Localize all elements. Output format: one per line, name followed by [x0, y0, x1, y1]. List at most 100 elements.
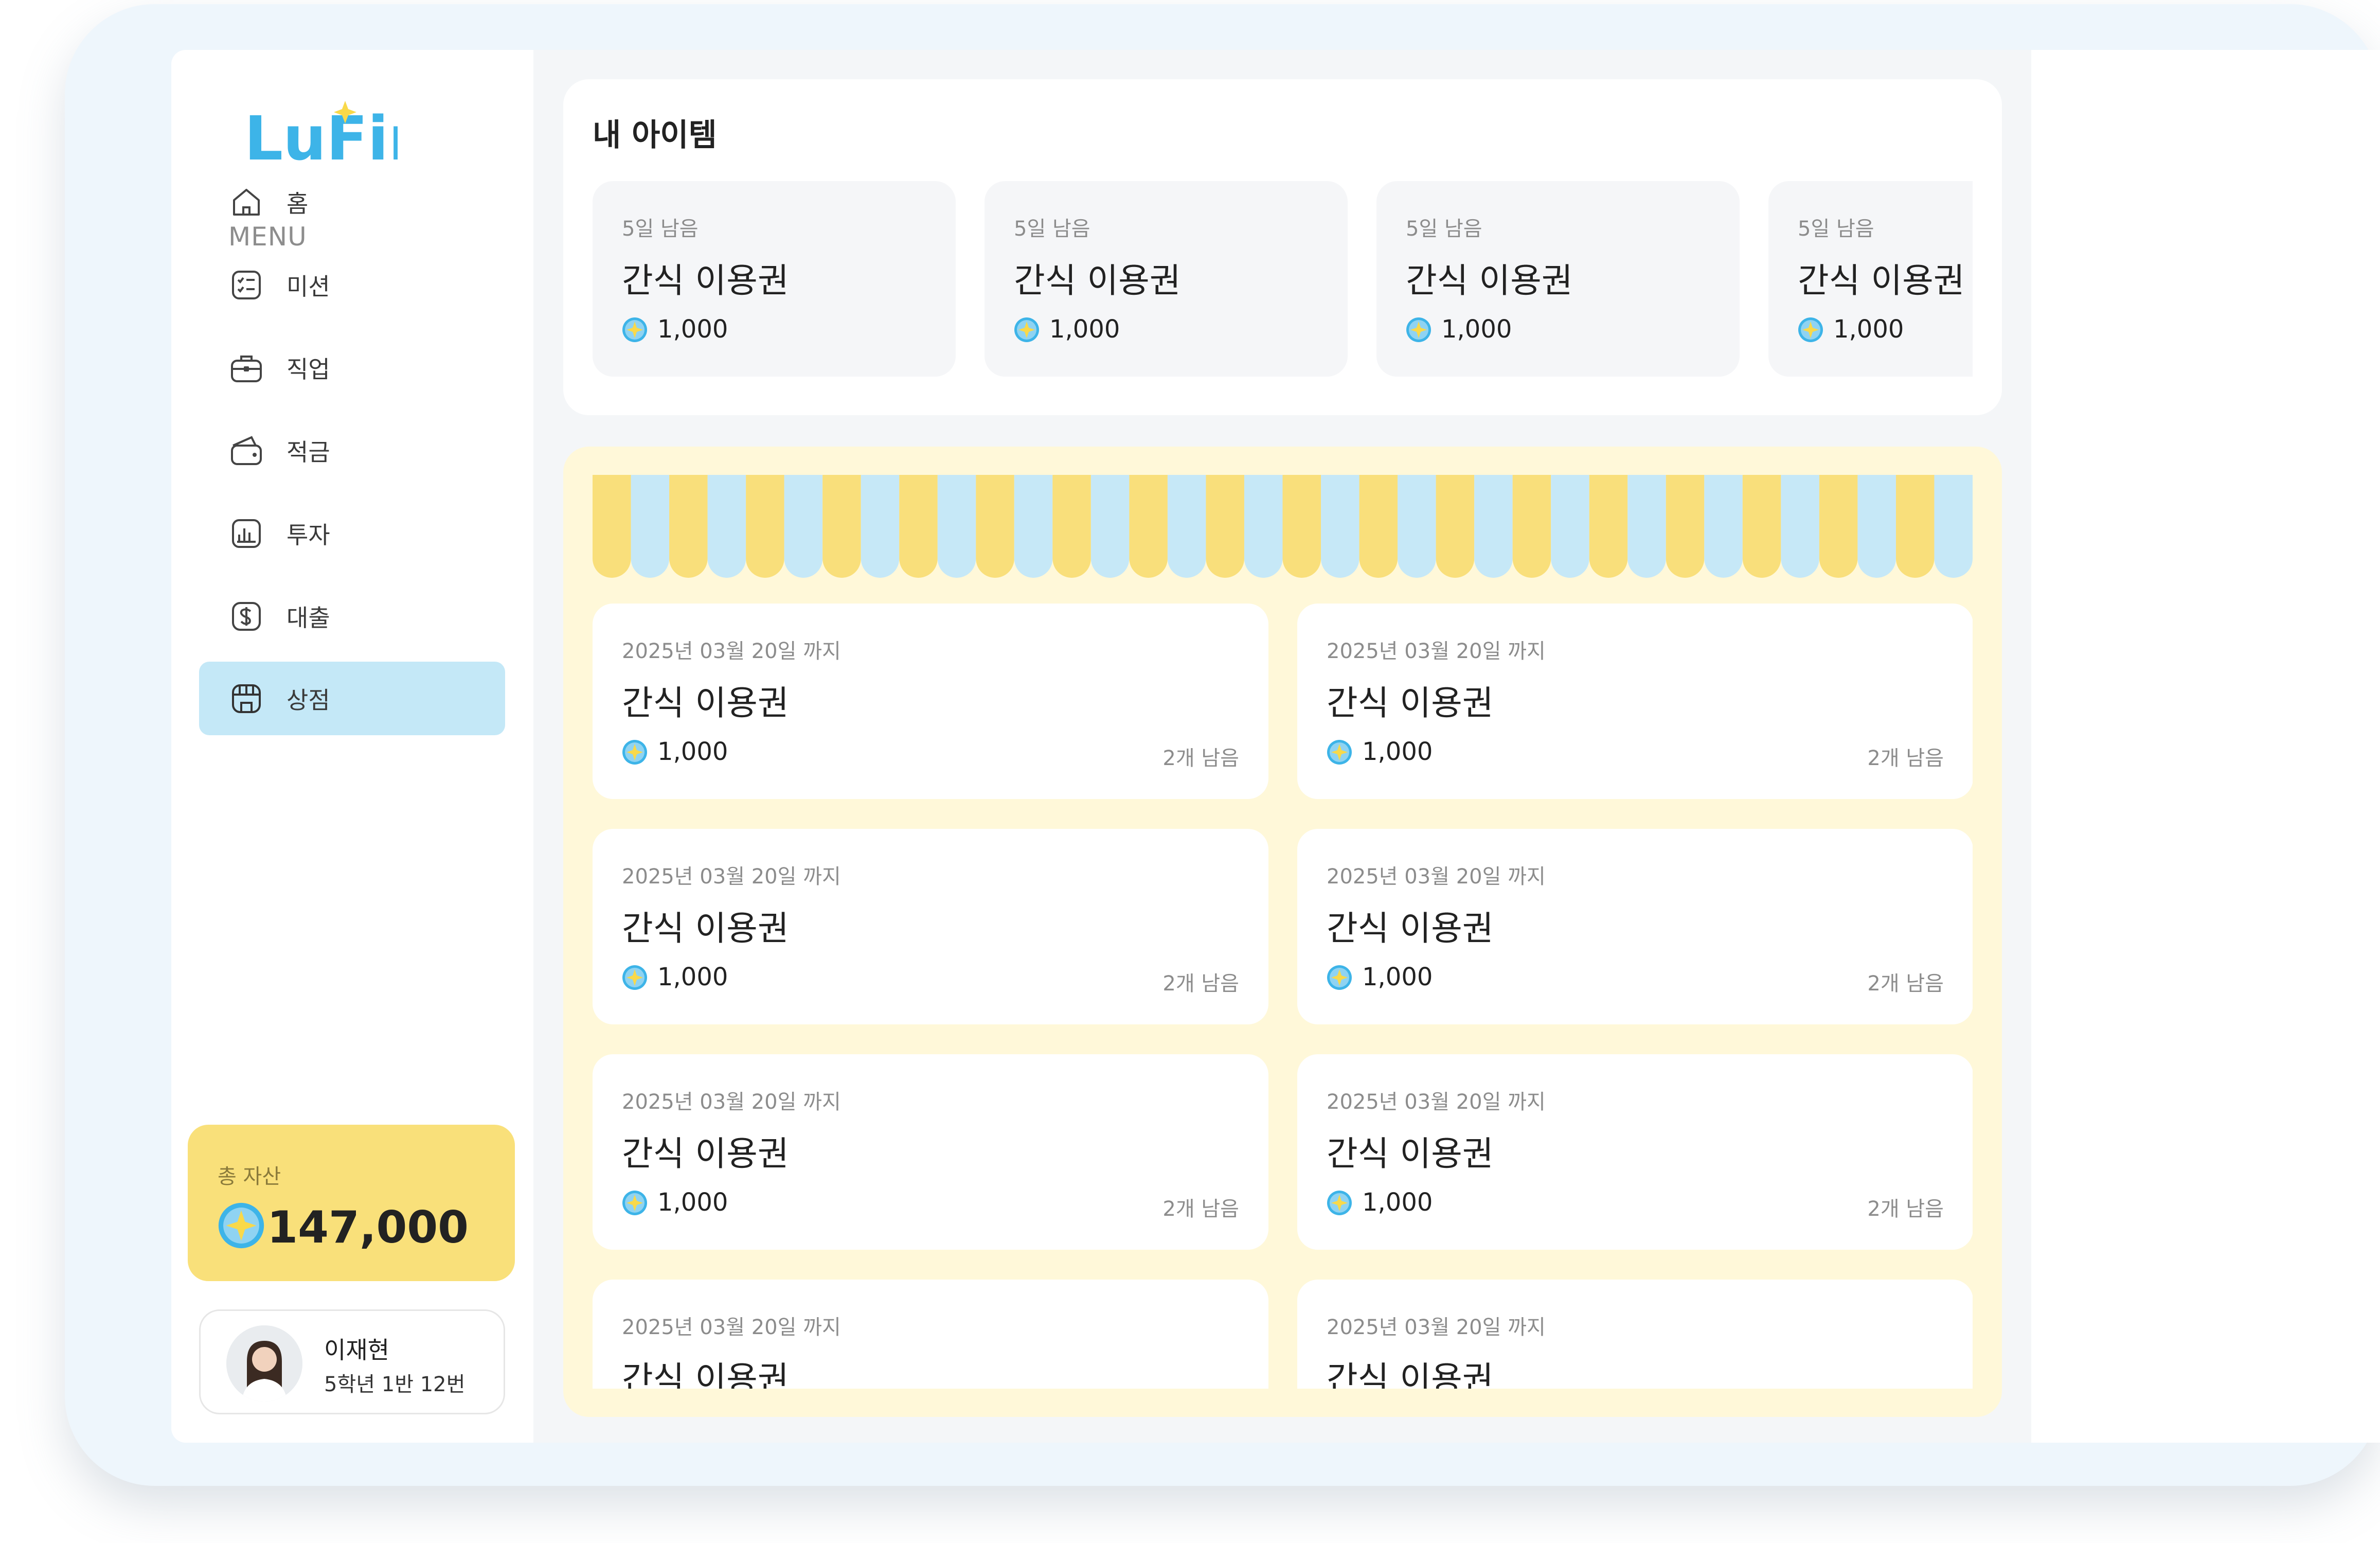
shop-item-card[interactable]: 2025년 03월 20일 까지 간식 이용권 1,000 2개 남음 [593, 604, 1268, 799]
shop-item-card[interactable]: 2025년 03월 20일 까지 간식 이용권 1,000 2개 남음 [593, 829, 1268, 1024]
briefcase-icon [231, 356, 262, 382]
chart-icon [232, 519, 261, 548]
item-price: 1,000 [1362, 963, 1433, 991]
awning-stripe [784, 475, 823, 578]
coin-icon [1327, 1191, 1352, 1215]
item-deadline: 2025년 03월 20일 까지 [1327, 865, 1546, 889]
awning-stripe [1781, 475, 1819, 578]
awning-stripe [937, 475, 976, 578]
item-price: 1,000 [657, 315, 728, 344]
avatar [226, 1325, 302, 1402]
shop-item-card[interactable]: 2025년 03월 20일 까지간식 이용권 1,000 2개 남음 [1297, 1054, 1973, 1250]
shop-awning [593, 475, 1973, 578]
app-screen: LuFin MENU 홈미션직업적금투자대출상점 총 자산 147,000 [171, 50, 2380, 1443]
profile-class-info: 5학년 1반 12번 [324, 1373, 466, 1396]
item-name: 간식 이용권 [1798, 261, 1965, 300]
wallet-icon [231, 436, 262, 465]
item-name: 간식 이용권 [1327, 1134, 1494, 1174]
awning-stripe [899, 475, 938, 578]
coin-icon [1327, 965, 1352, 990]
shop-item-card[interactable]: 2025년 03월 20일 까지간식 이용권 [593, 1280, 1268, 1389]
awning-stripe [976, 475, 1014, 578]
device-frame: LuFin MENU 홈미션직업적금투자대출상점 총 자산 147,000 [65, 4, 2380, 1486]
coin-icon [622, 965, 647, 990]
awning-stripe [1436, 475, 1475, 578]
item-remaining: 2개 남음 [1162, 747, 1239, 770]
awning-stripe [707, 475, 746, 578]
awning-stripe [1627, 475, 1666, 578]
sidebar-item-label: 상점 [287, 686, 330, 714]
total-asset-title: 총 자산 [218, 1165, 281, 1189]
awning-stripe [1589, 475, 1628, 578]
awning-stripe [1090, 475, 1130, 578]
awning-stripe [1206, 475, 1244, 578]
item-days-left: 5일 남음 [1014, 217, 1090, 241]
right-panel [2031, 50, 2380, 1443]
awning-stripe [1129, 475, 1168, 578]
item-name: 간식 이용권 [1327, 1359, 1494, 1389]
sidebar-item-2[interactable]: 미션 [199, 248, 505, 322]
my-items-list[interactable]: 5일 남음 간식 이용권 1,000 5일 남음 간식 이용권 1,000 5일 남음 간식 … [593, 181, 1973, 377]
sidebar-item-7[interactable]: 상점 [199, 662, 505, 735]
awning-stripe [1895, 475, 1935, 578]
shop-item-card[interactable]: 2025년 03월 20일 까지 간식 이용권 1,000 2개 남음 [593, 1054, 1268, 1250]
sidebar-item-4[interactable]: 적금 [199, 414, 505, 487]
awning-stripe [1398, 475, 1436, 578]
item-deadline: 2025년 03월 20일 까지 [622, 865, 841, 889]
logo-text: LuFin [244, 103, 398, 171]
awning-stripe [669, 475, 708, 578]
coin-icon [1014, 317, 1039, 342]
awning-stripe [1742, 475, 1781, 578]
coin-icon [1327, 740, 1352, 765]
item-remaining: 2개 남음 [1867, 1197, 1944, 1221]
awning-stripe [1282, 475, 1321, 578]
my-item-card[interactable]: 5일 남음 간식 이용권 1,000 [1376, 181, 1740, 377]
awning-stripe [1857, 475, 1896, 578]
store-icon [232, 684, 261, 713]
my-item-card[interactable]: 5일 남음 간식 이용권 1,000 [985, 181, 1348, 377]
sidebar-item-label: 적금 [287, 438, 330, 466]
item-price: 1,000 [657, 737, 728, 766]
sidebar-item-label: 홈 [287, 189, 309, 218]
shop-item-card[interactable]: 2025년 03월 20일 까지 간식 이용권 1,000 2개 남음 [1297, 604, 1973, 799]
sidebar-item-5[interactable]: 투자 [199, 496, 505, 570]
awning-stripe [1512, 475, 1551, 578]
shop-item-card[interactable]: 2025년 03월 20일 까지 간식 이용권 1,000 2개 남음 [1297, 829, 1973, 1024]
profile-card[interactable]: 이재현 5학년 1반 12번 [199, 1309, 505, 1414]
item-price: 1,000 [1362, 1188, 1433, 1217]
my-item-card[interactable]: 5일 남음 간식 이용권 1,000 [593, 181, 956, 377]
awning-stripe [1551, 475, 1589, 578]
item-name: 간식 이용권 [622, 683, 789, 723]
awning-stripe [1359, 475, 1398, 578]
total-asset-card: 총 자산 147,000 [188, 1125, 515, 1281]
awning-stripe [1934, 475, 1973, 578]
awning-stripe [631, 475, 670, 578]
item-deadline: 2025년 03월 20일 까지 [1327, 1090, 1546, 1114]
shop-item-grid[interactable]: 2025년 03월 20일 까지 간식 이용권 1,000 2개 남음 2025년 03… [593, 604, 1973, 1389]
my-item-card[interactable]: 5일 남음 간식 이용권 1,000 [1768, 181, 1973, 377]
shop-item-card[interactable]: 2025년 03월 20일 까지간식 이용권 [1297, 1280, 1973, 1389]
item-name: 간식 이용권 [1327, 683, 1494, 723]
item-name: 간식 이용권 [622, 1359, 789, 1389]
coin-icon [1406, 317, 1431, 342]
sidebar-item-6[interactable]: 대출 [199, 579, 505, 653]
coin-icon [218, 1202, 264, 1249]
sidebar: LuFin MENU 홈미션직업적금투자대출상점 총 자산 147,000 [171, 50, 533, 1443]
sidebar-item-1[interactable]: 홈 [199, 165, 505, 239]
awning-stripe [1474, 475, 1513, 578]
item-name: 간식 이용권 [1014, 261, 1181, 300]
sidebar-item-3[interactable]: 직업 [199, 331, 505, 404]
shop-panel: 2025년 03월 20일 까지 간식 이용권 1,000 2개 남음 2025년 03… [563, 447, 2002, 1417]
sidebar-item-label: 투자 [287, 521, 330, 549]
sidebar-item-label: 직업 [287, 355, 330, 383]
awning-stripe [1167, 475, 1206, 578]
item-price: 1,000 [1362, 737, 1433, 766]
sidebar-item-label: 미션 [287, 272, 330, 300]
item-remaining: 2개 남음 [1162, 1197, 1239, 1221]
item-deadline: 2025년 03월 20일 까지 [622, 1316, 841, 1339]
item-deadline: 2025년 03월 20일 까지 [1327, 1316, 1546, 1339]
my-items-title: 내 아이템 [593, 117, 717, 153]
awning-stripe [861, 475, 900, 578]
dollar-icon [232, 602, 261, 631]
awning-stripe [1704, 475, 1743, 578]
